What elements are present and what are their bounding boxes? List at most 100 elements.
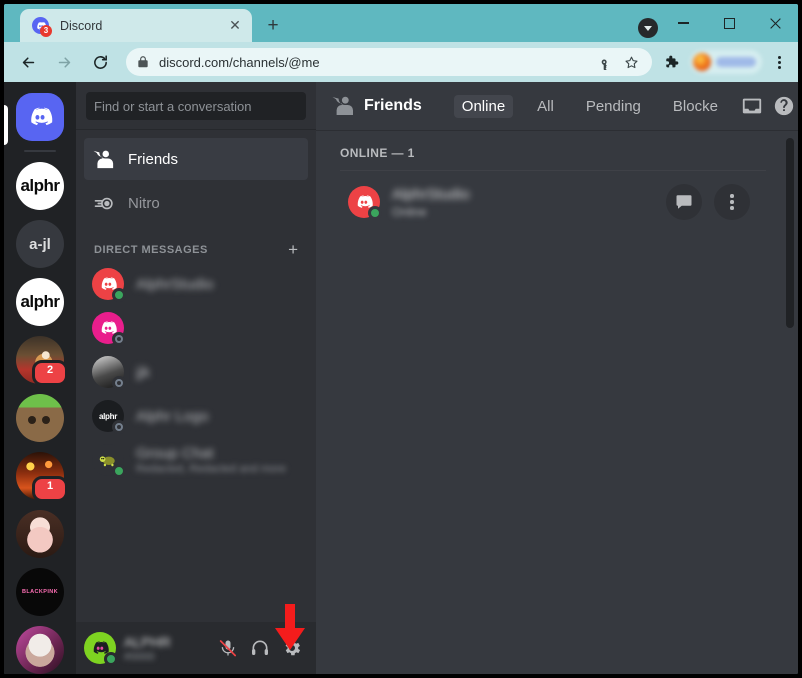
friend-texts: AlphrStudio Online: [392, 186, 470, 219]
friends-content: ONLINE — 1 AlphrStudio Online: [316, 130, 798, 674]
minimize-button[interactable]: [660, 4, 706, 42]
new-tab-button[interactable]: +: [260, 13, 286, 39]
tab-online[interactable]: Online: [453, 94, 514, 118]
status-badge: [112, 288, 126, 302]
tab-notification-badge: 3: [40, 25, 52, 37]
dm-item[interactable]: jjk: [84, 350, 308, 394]
discriminator: #0000: [124, 650, 155, 663]
server-item[interactable]: [4, 393, 76, 443]
server-icon[interactable]: [16, 510, 64, 558]
tab-all[interactable]: All: [529, 95, 562, 118]
add-dm-button[interactable]: +: [288, 241, 298, 258]
lock-icon: [138, 56, 148, 68]
avatar: [92, 268, 126, 302]
search-input[interactable]: Find or start a conversation: [86, 92, 306, 120]
close-tab-icon[interactable]: ✕: [226, 17, 244, 35]
status-badge: [112, 376, 126, 390]
dm-item[interactable]: alphr Alphr Logo: [84, 394, 308, 438]
dm-item[interactable]: Group Chat Redacted, Redacted and more: [84, 438, 308, 482]
sidebar-item-friends[interactable]: Friends: [84, 138, 308, 180]
discord-app: alphr a-jl alphr 2 1 BLACKPINK Find or s…: [4, 82, 798, 674]
dm-name: Group Chat: [136, 445, 214, 462]
server-item[interactable]: 1: [4, 451, 76, 502]
user-identity[interactable]: ALPHR #0000: [124, 634, 212, 663]
server-icon[interactable]: [16, 568, 64, 616]
gear-icon[interactable]: [276, 632, 308, 664]
friend-status: Online: [392, 204, 427, 219]
server-icon[interactable]: [16, 394, 64, 442]
dm-item[interactable]: AlphrStudio: [84, 262, 308, 306]
discord-home-icon[interactable]: [16, 93, 64, 141]
star-icon[interactable]: [620, 51, 642, 73]
dm-texts: Group Chat Redacted, Redacted and more: [136, 445, 300, 475]
reload-icon[interactable]: [85, 47, 115, 77]
dm-sidebar: Find or start a conversation Friends Nit…: [76, 82, 316, 674]
browser-tab[interactable]: 3 Discord ✕: [20, 9, 252, 42]
friends-topbar: Friends Online All Pending Blocke: [316, 82, 798, 130]
dm-item[interactable]: Redacted User: [84, 306, 308, 350]
server-unread-badge: 1: [32, 476, 68, 502]
address-bar[interactable]: discord.com/channels/@me: [126, 48, 652, 76]
status-badge: [112, 464, 126, 478]
browser-menu-icon[interactable]: [766, 47, 792, 77]
content-scrollbar[interactable]: [786, 138, 794, 328]
server-item[interactable]: 2: [4, 335, 76, 386]
dm-texts: AlphrStudio: [136, 276, 300, 293]
inbox-icon[interactable]: [738, 92, 766, 120]
browser-toolbar: discord.com/channels/@me: [4, 42, 798, 82]
direct-messages-label: DIRECT MESSAGES: [94, 244, 208, 256]
dm-texts: Redacted User: [136, 320, 300, 337]
avatar: [92, 444, 126, 478]
server-icon[interactable]: [16, 626, 64, 674]
tab-blocked[interactable]: Blocke: [665, 95, 726, 118]
help-icon[interactable]: [770, 92, 798, 120]
status-badge: [104, 652, 118, 666]
forward-arrow-icon[interactable]: [49, 47, 79, 77]
puzzle-piece-icon[interactable]: [658, 47, 684, 77]
message-icon[interactable]: [666, 184, 702, 220]
browser-tab-title: Discord: [60, 18, 103, 33]
key-icon[interactable]: [594, 51, 616, 73]
server-icon[interactable]: alphr: [16, 278, 64, 326]
url-text[interactable]: discord.com/channels/@me: [159, 55, 590, 70]
window-controls: [660, 4, 798, 42]
server-item[interactable]: [4, 567, 76, 617]
avatar: [92, 312, 126, 346]
dm-name: jjk: [136, 363, 151, 381]
maximize-button[interactable]: [706, 4, 752, 42]
user-panel: ALPHR #0000: [76, 622, 316, 674]
chevron-down-icon[interactable]: [638, 18, 658, 38]
discord-icon: 3: [32, 17, 52, 37]
server-item[interactable]: a-jl: [4, 219, 76, 269]
sidebar-item-nitro[interactable]: Nitro: [84, 182, 308, 224]
back-arrow-icon[interactable]: [13, 47, 43, 77]
three-dots-icon[interactable]: [714, 184, 750, 220]
avatar: [348, 186, 382, 220]
server-item[interactable]: [4, 509, 76, 559]
server-item[interactable]: [4, 625, 76, 674]
server-icon[interactable]: a-jl: [16, 220, 64, 268]
sidebar-label: Nitro: [128, 194, 160, 212]
search-placeholder: Find or start a conversation: [94, 98, 252, 114]
microphone-muted-icon[interactable]: [212, 632, 244, 664]
dm-name: Alphr Logo: [136, 407, 209, 425]
headphones-icon[interactable]: [244, 632, 276, 664]
server-unread-badge: 2: [32, 360, 68, 386]
friend-row[interactable]: AlphrStudio Online: [340, 171, 766, 233]
nitro-icon: [92, 191, 116, 215]
page-title: Friends: [364, 97, 422, 114]
server-item[interactable]: alphr: [4, 161, 76, 211]
browser-window: 3 Discord ✕ + discord.com/channels/@me a…: [4, 4, 798, 674]
tab-pending[interactable]: Pending: [578, 95, 649, 118]
server-icon[interactable]: alphr: [16, 162, 64, 210]
friends-list: AlphrStudio Online: [340, 170, 766, 233]
server-item[interactable]: alphr: [4, 277, 76, 327]
friends-icon: [332, 94, 356, 118]
friend-name: AlphrStudio: [392, 185, 470, 203]
avatar[interactable]: [84, 632, 118, 666]
profile-chip[interactable]: [690, 50, 762, 74]
rail-divider: [24, 150, 56, 152]
server-home[interactable]: [4, 92, 76, 145]
main-content: Friends Online All Pending Blocke ONLINE…: [316, 82, 798, 674]
close-window-button[interactable]: [752, 4, 798, 42]
